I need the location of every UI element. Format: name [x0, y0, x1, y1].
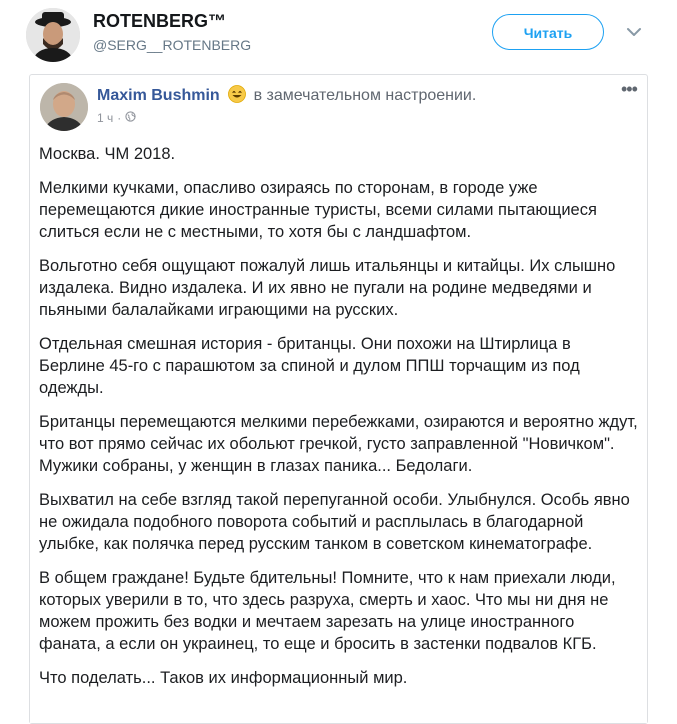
chevron-down-icon[interactable]	[624, 22, 644, 42]
post-meta: 1 ч ·	[97, 111, 136, 125]
author-name-link[interactable]: Maxim Bushmin	[97, 87, 220, 104]
text-fade-overlay	[30, 683, 647, 723]
facebook-post-card: Maxim Bushmin в замечательном настроении…	[29, 74, 648, 724]
avatar[interactable]	[26, 8, 80, 62]
smiling-face-icon	[228, 85, 247, 108]
post-paragraph: Мелкими кучками, опасливо озираясь по ст…	[39, 179, 597, 241]
post-paragraph: Москва. ЧМ 2018.	[39, 145, 176, 163]
post-paragraph: Отдельная смешная история - британцы. Он…	[39, 335, 580, 397]
post-body: Москва. ЧМ 2018. Мелкими кучками, опасли…	[39, 143, 639, 701]
globe-icon	[125, 111, 136, 125]
tweet-handle[interactable]: @SERG__ROTENBERG	[93, 37, 251, 53]
tweet-display-name[interactable]: ROTENBERG™	[93, 11, 226, 32]
post-paragraph: В общем граждане! Будьте бдительны! Помн…	[39, 569, 616, 653]
post-paragraph: Вольготно себя ощущают пожалуй лишь итал…	[39, 257, 616, 319]
post-paragraph: Выхватил на себе взгляд такой перепуганн…	[39, 491, 630, 553]
follow-button[interactable]: Читать	[492, 14, 604, 50]
post-timestamp[interactable]: 1 ч	[97, 111, 113, 125]
author-avatar[interactable]	[40, 83, 88, 131]
post-paragraph: Британцы перемещаются мелкими перебежкам…	[39, 413, 638, 475]
meta-separator: ·	[117, 111, 122, 125]
post-headline: Maxim Bushmin в замечательном настроении…	[97, 85, 476, 108]
tweet-header: ROTENBERG™ @SERG__ROTENBERG Читать	[0, 0, 677, 70]
feeling-text: в замечательном настроении.	[253, 87, 477, 104]
more-options-button[interactable]: •••	[621, 80, 638, 98]
